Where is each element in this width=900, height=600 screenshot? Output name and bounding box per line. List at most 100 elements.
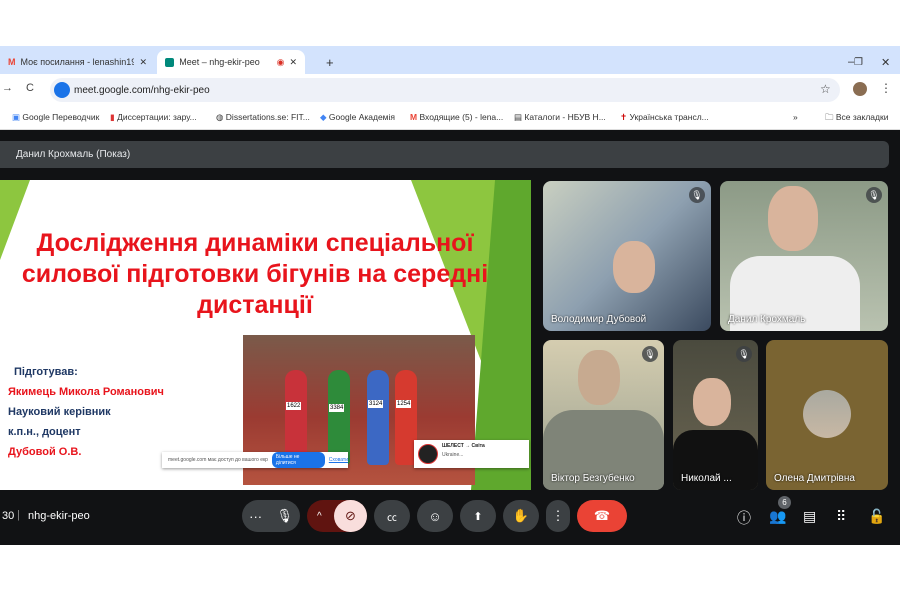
url-input[interactable]: meet.google.com/nhg-ekir-peo — [50, 78, 840, 102]
author: Якимець Микола Романович — [8, 386, 164, 398]
slide-title: Дослідження динаміки спеціальної силової… — [21, 229, 489, 319]
camera-off-icon: ⊘ — [334, 500, 367, 532]
mic-toggle-button[interactable]: ··· 🎙 — [242, 500, 300, 532]
meeting-controls: 30 | nhg-ekir-peo ··· 🎙 ^ ⊘ ㏄ ☺ ⬆ ✋ ⋮ ☎ ⓘ … — [0, 496, 900, 538]
star-icon[interactable]: ☆ — [820, 82, 831, 96]
bookmark-icon: ✝ — [620, 112, 628, 122]
participant-tile[interactable]: 🎙 Николай ... — [673, 340, 758, 490]
presenter-bar: Данил Крохмаль (Показ) — [0, 141, 889, 168]
tab-gmail[interactable]: M Моє посилання - lenashin196 ✕ — [0, 50, 155, 74]
raise-hand-button[interactable]: ✋ — [503, 500, 539, 532]
bib: 1622 — [286, 402, 302, 410]
folder-icon: 🗀 — [825, 112, 834, 122]
emoji-icon: ☺ — [428, 508, 442, 524]
present-button[interactable]: ⬆ — [460, 500, 496, 532]
participant-name: Олена Дмитрівна — [774, 473, 855, 484]
bookmark-item[interactable]: ◍ Dissertations.se: FIT... — [216, 112, 310, 123]
gmail-icon: M — [410, 112, 418, 122]
all-bookmarks-button[interactable]: 🗀 Все закладки — [825, 112, 888, 126]
mic-icon: 🎙 — [276, 508, 293, 523]
reload-icon[interactable]: C — [26, 82, 34, 94]
participant-name: Данил Крохмаль — [728, 314, 806, 325]
meeting-code: nhg-ekir-peo — [28, 510, 90, 522]
share-toast: meet.google.com має доступ до вашого екр… — [162, 452, 348, 468]
globe-icon: ◍ — [216, 112, 224, 122]
activities-icon[interactable]: ⠿ — [836, 508, 846, 525]
divider: | — [17, 509, 20, 521]
bib: 1254 — [396, 400, 412, 408]
more-bookmarks-button[interactable]: » — [793, 112, 798, 122]
bookmark-item[interactable]: ▮ Диссертации: зару... — [110, 112, 197, 123]
forward-icon[interactable]: → — [2, 82, 13, 94]
more-audio-icon: ··· — [249, 508, 263, 524]
participant-count-badge: 6 — [778, 496, 791, 509]
mic-icon — [54, 82, 70, 98]
bookmark-icon: ▮ — [110, 112, 115, 122]
participant-tile[interactable]: 🎙 Віктор Безгубенко — [543, 340, 664, 490]
degree: к.п.н., доцент — [8, 426, 81, 438]
participant-video — [613, 241, 655, 293]
supervisor-label: Науковий керівник — [8, 406, 111, 418]
mic-off-icon: 🎙 — [866, 187, 882, 203]
mic-off-icon: 🎙 — [642, 346, 658, 362]
bib: 3384 — [329, 404, 345, 412]
stop-sharing-button[interactable]: Більше не ділитися — [271, 452, 325, 468]
translate-icon: ▣ — [12, 112, 21, 122]
chevron-up-icon: ^ — [317, 510, 322, 522]
close-icon[interactable]: ✕ — [139, 57, 147, 68]
runner: 1622 — [285, 370, 307, 465]
mic-off-icon: 🎙 — [736, 346, 752, 362]
bookmark-item[interactable]: ▣ Google Переводчик — [12, 112, 99, 123]
tab-meet[interactable]: Meet – nhg-ekir-peo ◉ ✕ — [157, 50, 305, 74]
notification[interactable]: ШЕЛЕСТ → Світа Ukraine... — [414, 440, 529, 468]
runner: 3124 — [367, 370, 389, 465]
participant-tile[interactable]: Олена Дмитрівна — [766, 340, 888, 490]
meeting-time: 30 — [2, 510, 15, 522]
bookmark-item[interactable]: ✝ Українська трансл... — [620, 112, 709, 123]
participant-video — [768, 186, 818, 251]
chat-icon[interactable]: ▤ — [803, 508, 816, 525]
participant-tile[interactable]: 🎙 Данил Крохмаль — [720, 181, 888, 331]
notification-body: Ukraine... — [442, 452, 464, 458]
close-window-button[interactable]: ✕ — [873, 50, 898, 74]
bookmark-item[interactable]: ◆ Google Академія — [320, 112, 395, 123]
supervisor: Дубовой О.В. — [8, 446, 82, 458]
mic-off-icon: 🎙 — [689, 187, 705, 203]
participant-name: Володимир Дубовой — [551, 314, 647, 325]
hangup-icon: ☎ — [593, 508, 611, 523]
info-icon[interactable]: ⓘ — [737, 508, 751, 528]
toast-text: meet.google.com має доступ до вашого екр… — [168, 457, 268, 463]
participant-video — [578, 350, 620, 405]
prepared-label: Підготував: — [14, 366, 78, 378]
end-call-button[interactable]: ☎ — [577, 500, 627, 532]
host-controls-icon[interactable]: 🔓 — [868, 508, 885, 525]
menu-icon[interactable]: ⋮ — [880, 81, 892, 95]
address-bar-row: → C meet.google.com/nhg-ekir-peo ☆ ⋮ — [0, 74, 900, 106]
new-tab-button[interactable]: + — [318, 50, 342, 74]
bookmarks-bar: ▣ Google Переводчик ▮ Диссертации: зару.… — [0, 106, 900, 130]
tab-strip: M Моє посилання - lenashin196 ✕ Meet – nhg… — [0, 46, 900, 74]
scholar-icon: ◆ — [320, 112, 327, 122]
bib: 3124 — [368, 400, 384, 408]
shared-slide: Дослідження динаміки спеціальної силової… — [0, 180, 531, 490]
gmail-icon: M — [8, 57, 16, 67]
avatar — [803, 390, 851, 438]
camera-toggle-button[interactable]: ^ ⊘ — [307, 500, 367, 532]
captions-button[interactable]: ㏄ — [374, 500, 410, 532]
hide-button[interactable]: Сховати — [329, 457, 348, 463]
youtube-icon — [418, 444, 438, 464]
recording-icon: ◉ — [276, 56, 285, 67]
avatar[interactable] — [853, 82, 867, 96]
more-vert-icon: ⋮ — [551, 508, 565, 523]
close-icon[interactable]: ✕ — [289, 57, 297, 68]
meet-icon — [165, 57, 175, 67]
notification-title: ШЕЛЕСТ → Світа — [442, 443, 485, 449]
people-icon[interactable]: 👥 — [769, 508, 786, 525]
bookmark-item[interactable]: ▤ Каталоги - НБУВ Н... — [514, 112, 606, 123]
reactions-button[interactable]: ☺ — [417, 500, 453, 532]
maximize-button[interactable]: ❐ — [846, 50, 871, 74]
more-options-button[interactable]: ⋮ — [546, 500, 570, 532]
participant-tile[interactable]: 🎙 Володимир Дубовой — [543, 181, 711, 331]
hand-icon: ✋ — [512, 508, 530, 523]
bookmark-item[interactable]: M Входящие (5) - lena... — [410, 112, 503, 122]
